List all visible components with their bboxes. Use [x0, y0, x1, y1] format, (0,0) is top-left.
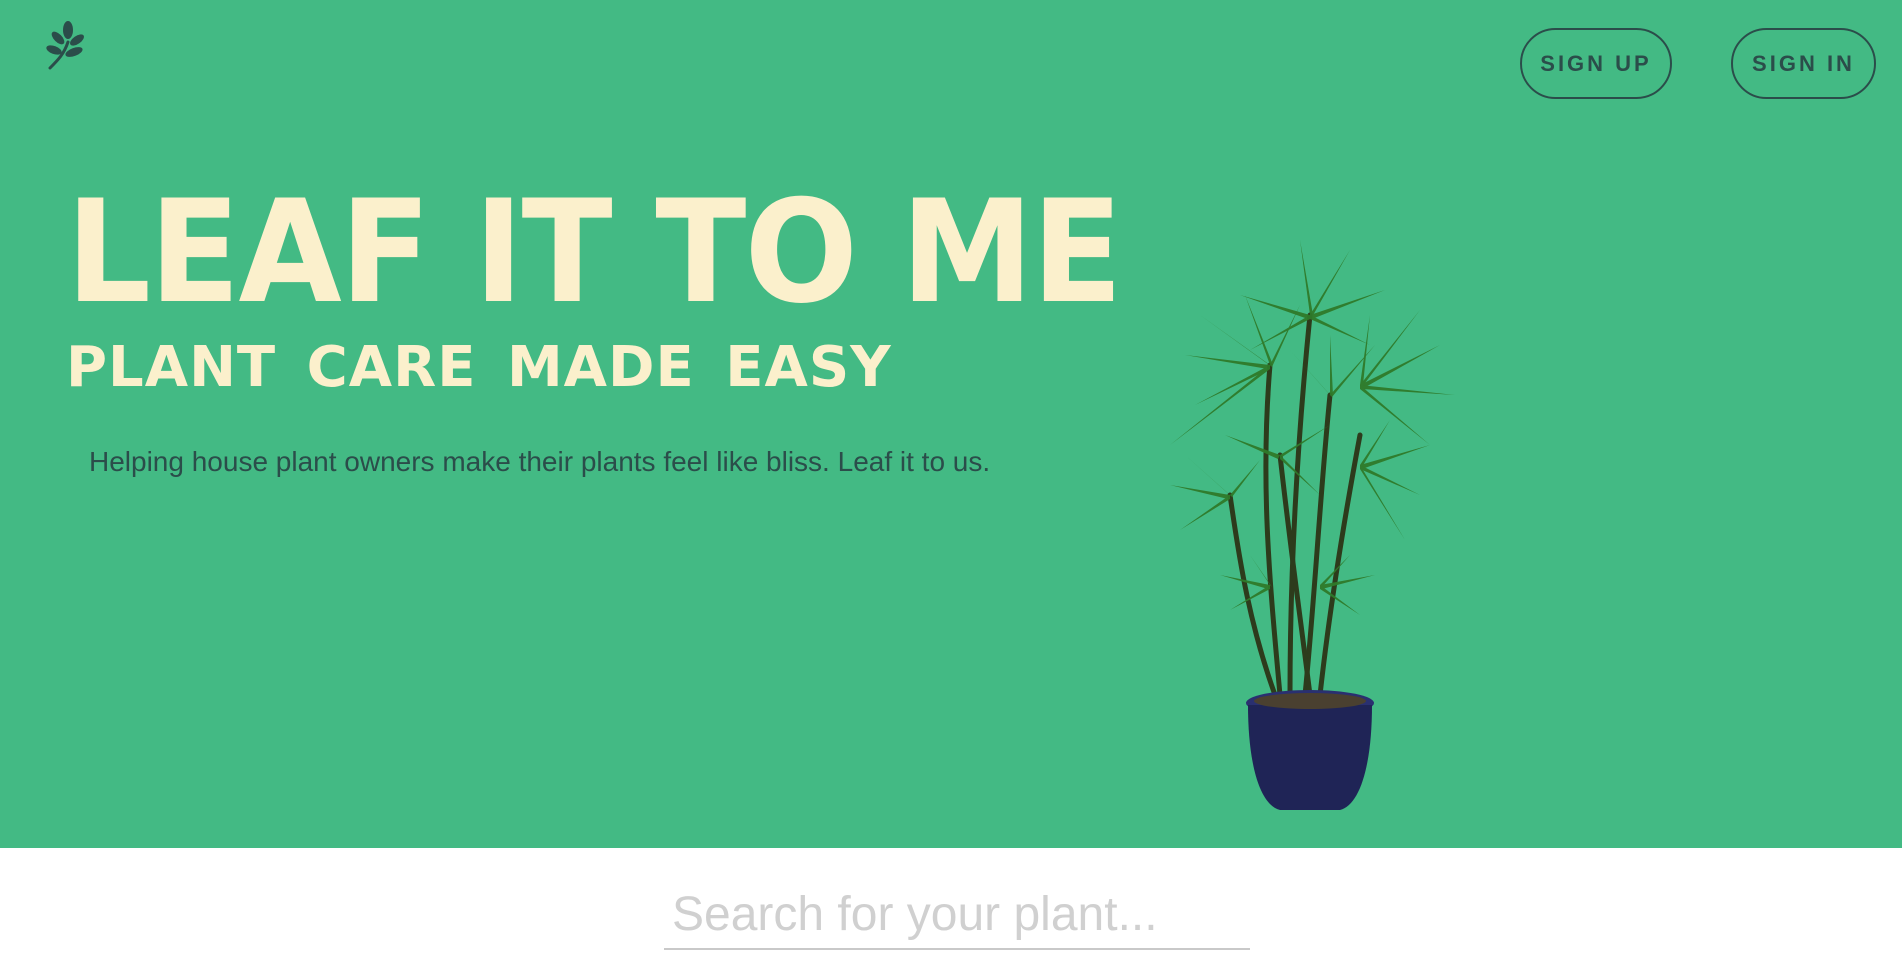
potted-palm-image	[1120, 165, 1500, 815]
leaf-logo-icon[interactable]	[44, 20, 88, 70]
page-title: LEAF IT TO ME	[66, 170, 1123, 335]
hero-section: SIGN UP SIGN IN LEAF IT TO ME PLANT CARE…	[0, 0, 1902, 848]
page-subtitle: PLANT CARE MADE EASY	[66, 335, 892, 400]
search-input[interactable]	[664, 880, 1250, 948]
search-bar	[664, 880, 1250, 950]
hero-description: Helping house plant owners make their pl…	[89, 446, 991, 477]
sign-in-button[interactable]: SIGN IN	[1731, 28, 1876, 99]
sign-up-button[interactable]: SIGN UP	[1520, 28, 1672, 99]
